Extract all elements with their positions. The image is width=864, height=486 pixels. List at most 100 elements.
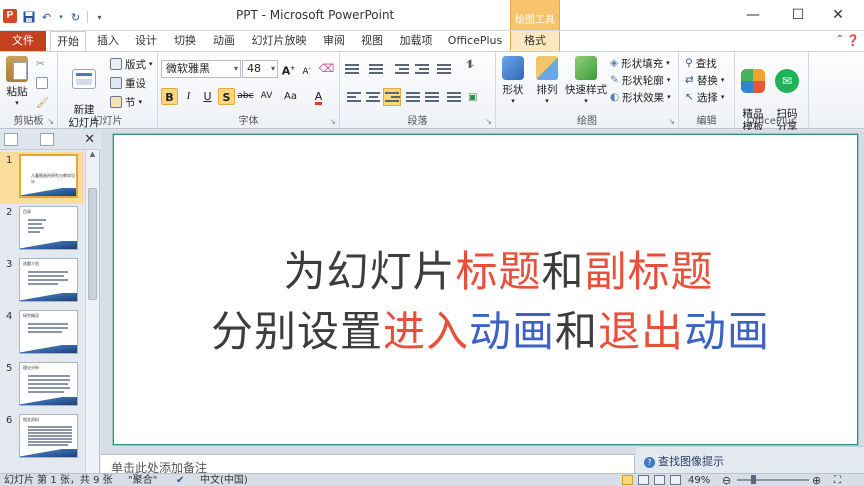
reading-view-icon[interactable]	[654, 475, 665, 485]
copy-button[interactable]	[36, 75, 48, 91]
shape-effects-button[interactable]: ◐ 形状效果 ▾	[610, 89, 671, 105]
drawing-launcher-icon[interactable]: ↘	[668, 117, 675, 126]
zoom-slider[interactable]	[737, 475, 809, 484]
shape-fill-button[interactable]: ◈ 形状填充 ▾	[610, 55, 670, 71]
reset-button[interactable]: 重设	[110, 75, 146, 91]
shape-outline-button[interactable]: ✎ 形状轮廓 ▾	[610, 72, 670, 88]
distributed-icon[interactable]	[424, 90, 440, 104]
scrollbar-thumb[interactable]	[88, 188, 97, 300]
bold-button[interactable]: B	[161, 88, 178, 105]
language-indicator[interactable]: 中文(中国)	[200, 474, 248, 486]
save-icon[interactable]	[22, 11, 35, 24]
font-size-select[interactable]: 48 ▾	[242, 60, 278, 78]
align-right-icon[interactable]	[383, 88, 401, 106]
shadow-button[interactable]: S	[218, 88, 235, 105]
quick-styles-button[interactable]: 快速样式 ▾	[564, 56, 608, 105]
zoom-level[interactable]: 49%	[688, 474, 710, 486]
undo-icon[interactable]: ↶	[40, 11, 53, 24]
justify-icon[interactable]	[405, 90, 421, 104]
paragraph-launcher-icon[interactable]: ↘	[485, 117, 492, 126]
format-painter-button[interactable]: 🖌	[36, 94, 49, 110]
slide-text-line-1[interactable]: 为幻灯片标题和副标题	[114, 238, 859, 299]
close-button[interactable]: ✕	[818, 6, 858, 24]
tab-format[interactable]: 格式	[510, 31, 560, 51]
slide-canvas[interactable]: 为幻灯片标题和副标题 分别设置进入动画和退出动画	[113, 134, 858, 445]
fit-to-window-icon[interactable]: ⛶	[834, 474, 841, 486]
strikethrough-button[interactable]: abc	[237, 88, 254, 105]
minimize-ribbon-icon[interactable]: ⌃	[836, 34, 844, 45]
grow-font-button[interactable]: A+	[280, 60, 297, 78]
find-button[interactable]: ⚲ 查找	[685, 55, 717, 71]
cut-button[interactable]: ✂	[36, 56, 45, 72]
clipboard-launcher-icon[interactable]: ↘	[47, 117, 54, 126]
line-spacing-icon[interactable]	[436, 62, 452, 76]
powerpoint-app-icon[interactable]: P	[3, 9, 17, 23]
notes-pane[interactable]: 单击此处添加备注	[101, 454, 635, 473]
slide-thumbnail-2[interactable]: 2 目录	[0, 204, 84, 256]
slide-text-line-2[interactable]: 分别设置进入动画和退出动画	[114, 298, 859, 359]
change-case-button[interactable]: Aa	[282, 88, 299, 105]
tab-insert[interactable]: 插入	[90, 31, 126, 51]
character-spacing-button[interactable]: AV	[258, 88, 275, 105]
minimize-button[interactable]: —	[733, 6, 773, 24]
customize-qat-icon[interactable]: ▾	[93, 11, 106, 24]
tab-design[interactable]: 设计	[128, 31, 164, 51]
underline-button[interactable]: U	[199, 88, 216, 105]
font-color-button[interactable]: A	[310, 88, 327, 105]
slide-thumbnail-3[interactable]: 3 选题介绍	[0, 256, 84, 308]
maximize-button[interactable]: ☐	[778, 6, 818, 24]
tab-slideshow[interactable]: 幻灯片放映	[248, 31, 310, 51]
scroll-up-icon[interactable]: ▲	[86, 150, 99, 158]
find-image-tip-link[interactable]: ? 查找图像提示	[636, 446, 864, 473]
bullets-icon[interactable]	[344, 62, 360, 76]
tab-view[interactable]: 视图	[355, 31, 389, 51]
tab-animations[interactable]: 动画	[206, 31, 242, 51]
arrange-button[interactable]: 排列 ▾	[532, 56, 562, 105]
normal-view-icon[interactable]	[622, 475, 633, 485]
thumbnail-scrollbar[interactable]: ▲	[85, 150, 99, 473]
decrease-indent-icon[interactable]	[394, 62, 410, 76]
tab-file[interactable]: 文件	[0, 31, 46, 51]
numbering-icon[interactable]	[368, 62, 384, 76]
shrink-font-button[interactable]: A-	[298, 60, 315, 77]
slideshow-view-icon[interactable]	[670, 475, 681, 485]
clear-formatting-button[interactable]: ⌫	[318, 60, 335, 77]
slide-thumbnail-1[interactable]: 1 儿童图画的研究与教学设计	[0, 152, 84, 204]
align-center-icon[interactable]	[365, 90, 381, 104]
select-button[interactable]: ↖ 选择 ▾	[685, 89, 724, 105]
slide-thumbnail-4[interactable]: 4 研究概况	[0, 308, 84, 360]
zoom-in-icon[interactable]: ⊕	[812, 474, 821, 486]
smartart-icon[interactable]: ▣	[468, 90, 484, 104]
spell-check-icon[interactable]: ✔	[176, 474, 184, 486]
redo-icon[interactable]: ↻	[69, 11, 82, 24]
replace-button[interactable]: ⇄ 替换 ▾	[685, 72, 724, 88]
tab-home[interactable]: 开始	[50, 31, 86, 52]
slide-thumbnail-5[interactable]: 5 理论分析	[0, 360, 84, 412]
tab-addins[interactable]: 加载项	[394, 31, 438, 51]
layout-button[interactable]: 版式 ▾	[110, 56, 153, 72]
align-left-icon[interactable]	[346, 90, 362, 104]
font-launcher-icon[interactable]: ↘	[329, 117, 336, 126]
zoom-out-icon[interactable]: ⊖	[722, 474, 731, 486]
paste-dropdown-icon[interactable]: ▾	[3, 99, 31, 107]
increase-indent-icon[interactable]	[414, 62, 430, 76]
slide-sorter-view-icon[interactable]	[638, 475, 649, 485]
text-direction-icon[interactable]: ⥮	[466, 58, 482, 72]
shapes-button[interactable]: 形状 ▾	[498, 56, 528, 105]
tab-transitions[interactable]: 切换	[167, 31, 203, 51]
slide-thumbnail-6[interactable]: 6 相关资料	[0, 412, 84, 464]
paste-button[interactable]: 粘贴 ▾	[3, 56, 31, 107]
font-name-select[interactable]: 微软雅黑 ▾	[161, 60, 241, 78]
zoom-slider-knob[interactable]	[751, 475, 756, 484]
tab-officeplus[interactable]: OfficePlus	[444, 31, 506, 51]
section-button[interactable]: 节 ▾	[110, 94, 142, 110]
outline-tab-icon[interactable]	[40, 133, 54, 146]
tab-review[interactable]: 审阅	[317, 31, 351, 51]
close-pane-icon[interactable]: ✕	[84, 132, 95, 147]
group-font: 微软雅黑 ▾ 48 ▾ A+ A- ⌫ B I U S abc AV Aa A 字体…	[158, 52, 340, 129]
undo-dropdown-icon[interactable]: ▾	[58, 11, 64, 24]
help-icon[interactable]: ❓	[846, 34, 860, 47]
slides-tab-icon[interactable]	[4, 133, 18, 146]
italic-button[interactable]: I	[180, 88, 197, 105]
columns-icon[interactable]	[446, 90, 462, 104]
